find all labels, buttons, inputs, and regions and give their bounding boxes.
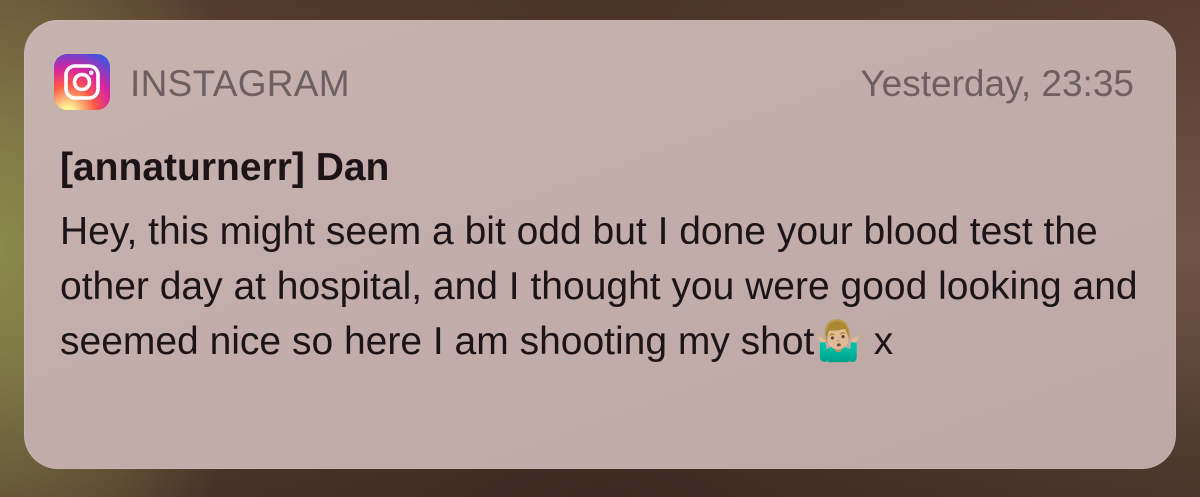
notification-message: Hey, this might seem a bit odd but I don… [60, 210, 1138, 363]
notification-timestamp: Yesterday, 23:35 [860, 63, 1134, 104]
notification-card[interactable]: INSTAGRAM Yesterday, 23:35 [annaturnerr]… [24, 20, 1176, 469]
notification-title: [annaturnerr] Dan [60, 146, 390, 189]
notification-header: INSTAGRAM Yesterday, 23:35 [54, 54, 1134, 116]
instagram-icon [54, 54, 110, 110]
instagram-glyph-icon [64, 64, 100, 100]
app-name: INSTAGRAM [130, 63, 350, 104]
